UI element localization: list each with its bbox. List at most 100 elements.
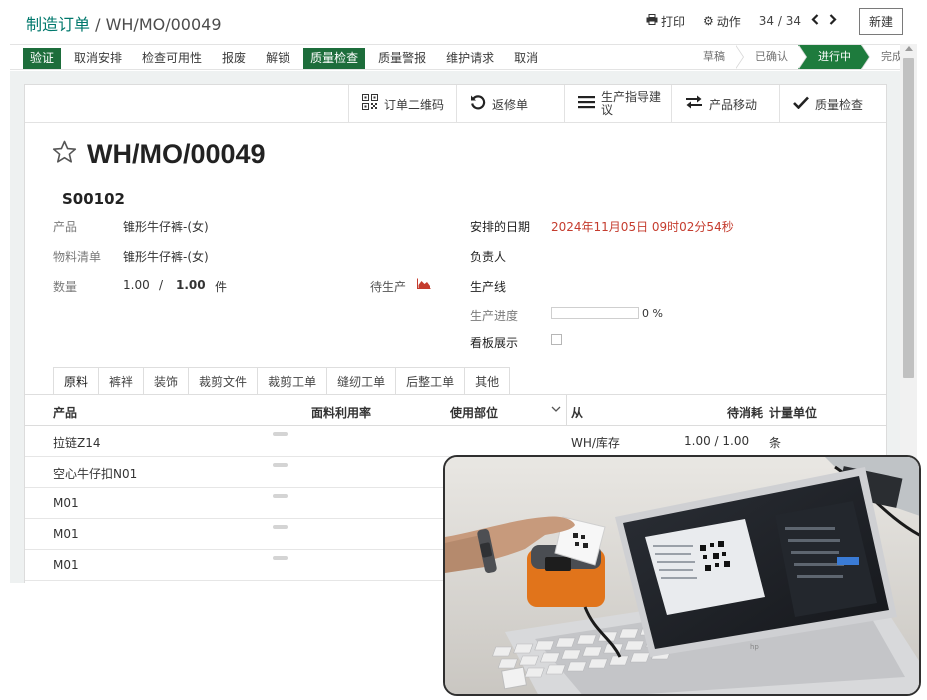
breadcrumb-root-link[interactable]: 制造订单 [26, 15, 90, 34]
rework-order-label: 返修单 [492, 97, 529, 112]
tab-other[interactable]: 其他 [465, 367, 511, 395]
pending-production-label: 待生产 [370, 280, 407, 294]
production-line-label: 生产线 [470, 280, 507, 294]
undo-icon [470, 94, 486, 115]
product-label: 产品 [53, 220, 78, 234]
unplan-button[interactable]: 取消安排 [67, 48, 129, 69]
scheduled-date-label: 安排的日期 [470, 220, 531, 234]
quality-check-button[interactable]: 质量检查 [303, 47, 366, 69]
table-header: 产品 面料利用率 使用部位 从 待消耗 计量单位 [25, 395, 886, 426]
table-row[interactable]: 拉链Z14 WH/库存 1.00 / 1.00 条 [25, 426, 886, 457]
column-header-usage-part[interactable]: 使用部位 [450, 404, 498, 421]
row-quantity: 1.00 / 1.00 [684, 434, 750, 448]
scrollbar-thumb[interactable] [903, 58, 914, 378]
tab-finishing-work-orders[interactable]: 后整工单 [396, 367, 466, 395]
quantity-produced-value: 1.00 [123, 278, 150, 292]
tab-cutting-files[interactable]: 裁剪文件 [189, 367, 259, 395]
area-chart-icon[interactable] [417, 278, 431, 292]
exchange-arrows-icon [685, 94, 703, 114]
production-guide-label: 生产指导建 议 [601, 91, 661, 117]
production-progress-text: 0 % [642, 307, 663, 320]
smart-button-bar: 订单二维码 返修单 生产指导建 议 产品移动 质量检查 [25, 85, 886, 123]
printer-icon [646, 14, 658, 28]
bom-label: 物料清单 [53, 250, 102, 264]
stage-confirmed[interactable]: 已确认 [735, 45, 807, 69]
breadcrumb-current: WH/MO/00049 [105, 15, 222, 34]
pager-next-icon[interactable] [829, 13, 837, 29]
check-availability-button[interactable]: 检查可用性 [135, 48, 209, 69]
production-guide-label-line2: 议 [601, 103, 614, 117]
breadcrumb: 制造订单 / WH/MO/00049 [26, 11, 222, 35]
column-header-to-consume[interactable]: 待消耗 [727, 404, 763, 421]
bom-value[interactable]: 锥形牛仔裤-(女) [123, 248, 209, 265]
responsible-label: 负责人 [470, 250, 507, 264]
column-header-from[interactable]: 从 [571, 404, 583, 421]
breadcrumb-separator: / [90, 15, 106, 34]
rework-order-button[interactable]: 返修单 [456, 85, 564, 123]
star-icon[interactable] [52, 140, 77, 169]
print-menu[interactable]: 打印 [646, 13, 685, 30]
action-label: 动作 [716, 14, 741, 29]
scheduled-date-value[interactable]: 2024年11月05日 09时02分54秒 [551, 218, 734, 235]
stage-draft[interactable]: 草稿 [683, 45, 744, 69]
action-menu[interactable]: ⚙ 动作 [703, 13, 741, 30]
column-header-uom[interactable]: 计量单位 [769, 404, 817, 421]
product-moves-button[interactable]: 产品移动 [671, 85, 779, 123]
chevron-down-icon[interactable] [551, 403, 561, 416]
tab-belt-loops[interactable]: 裤袢 [99, 367, 145, 395]
column-header-fabric-rate[interactable]: 面料利用率 [311, 404, 371, 421]
quantity-separator: / [159, 278, 164, 292]
tab-raw-materials[interactable]: 原料 [53, 367, 100, 395]
row-product: 拉链Z14 [53, 436, 101, 450]
maintenance-request-button[interactable]: 维护请求 [439, 48, 501, 69]
fabric-rate-placeholder [273, 432, 288, 436]
fabric-rate-placeholder [273, 463, 288, 467]
scrap-button[interactable]: 报废 [215, 48, 253, 69]
notebook-tabs: 原料 裤袢 装饰 裁剪文件 裁剪工单 缝纫工单 后整工单 其他 [53, 367, 511, 395]
cancel-button[interactable]: 取消 [507, 48, 545, 69]
control-panel-actions: 打印 ⚙ 动作 34 / 34 新建 [646, 7, 903, 35]
validate-button[interactable]: 验证 [23, 47, 62, 69]
quality-checks-smart-button[interactable]: 质量检查 [779, 85, 886, 123]
production-guide-button[interactable]: 生产指导建 议 [564, 85, 671, 123]
production-progress-bar [551, 307, 639, 319]
photo-inset-laptop-printer: hp [443, 455, 921, 696]
kanban-display-checkbox[interactable] [551, 334, 562, 345]
page-title: WH/MO/00049 [87, 139, 266, 169]
status-bar: 验证 取消安排 检查可用性 报废 解锁 质量检查 质量警报 维护请求 取消 草稿… [10, 44, 917, 70]
tab-decorations[interactable]: 装饰 [144, 367, 190, 395]
quality-alert-button[interactable]: 质量警报 [371, 48, 433, 69]
order-qrcode-button[interactable]: 订单二维码 [348, 85, 456, 123]
record-title-row: WH/MO/00049 [52, 139, 266, 170]
row-product: 空心牛仔扣N01 [53, 467, 138, 481]
stage-in-progress[interactable]: 进行中 [798, 45, 870, 69]
quality-checks-label: 质量检查 [815, 97, 864, 112]
column-header-product[interactable]: 产品 [53, 404, 77, 421]
row-uom: 条 [769, 436, 782, 450]
list-icon [578, 94, 595, 114]
control-panel: 制造订单 / WH/MO/00049 打印 ⚙ 动作 34 / 34 新建 [10, 0, 917, 42]
fabric-rate-placeholder [273, 494, 288, 498]
product-value[interactable]: 锥形牛仔裤-(女) [123, 218, 209, 235]
quantity-planned-value: 1.00 [176, 278, 206, 292]
new-button[interactable]: 新建 [858, 7, 903, 35]
tab-cutting-work-orders[interactable]: 裁剪工单 [258, 367, 328, 395]
tab-sewing-work-orders[interactable]: 缝纫工单 [327, 367, 397, 395]
check-icon [793, 94, 809, 114]
fabric-rate-placeholder [273, 525, 288, 529]
order-qrcode-label: 订单二维码 [384, 97, 445, 112]
print-label: 打印 [660, 14, 685, 29]
row-product: M01 [53, 496, 79, 510]
fabric-rate-placeholder [273, 556, 288, 560]
unlock-button[interactable]: 解锁 [259, 48, 297, 69]
pager-previous-icon[interactable] [811, 13, 819, 29]
column-separator [566, 395, 567, 426]
row-product: M01 [53, 558, 79, 572]
source-document: S00102 [62, 190, 125, 208]
gear-icon: ⚙ [702, 14, 714, 28]
quantity-uom-value: 件 [215, 280, 228, 294]
svg-text:hp: hp [750, 643, 759, 651]
pager-value[interactable]: 34 / 34 [759, 14, 801, 28]
qrcode-icon [362, 93, 378, 115]
scroll-up-arrow-icon[interactable] [905, 46, 913, 51]
